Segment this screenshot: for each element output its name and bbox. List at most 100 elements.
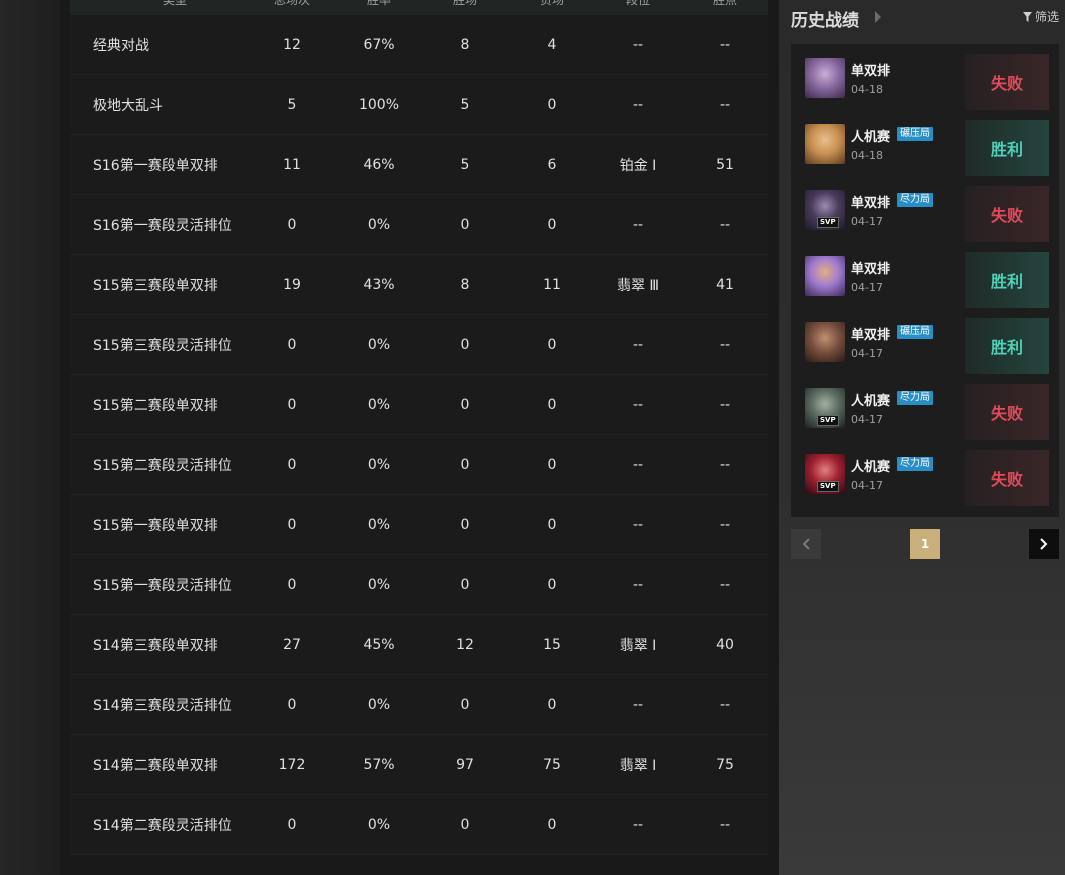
row-losses: 0 [547, 96, 557, 113]
row-total: 0 [287, 336, 297, 353]
match-result: 失败 [965, 450, 1049, 506]
table-row: S14第二赛段单双排 172 57% 97 75 翡翠 Ⅰ 75 [70, 735, 768, 795]
prev-page-button[interactable] [791, 529, 821, 559]
row-rank: -- [632, 516, 644, 533]
row-rank: 翡翠 Ⅲ [616, 277, 660, 294]
match-item[interactable]: SVP 单双排 尽力局 04-17 失败 [791, 176, 1059, 242]
match-item[interactable]: 单双排 04-17 胜利 [791, 242, 1059, 308]
page-number-button[interactable]: 1 [910, 529, 940, 559]
row-winrate: 0% [367, 696, 391, 713]
table-row: S15第一赛段灵活排位 0 0% 0 0 -- -- [70, 555, 768, 615]
svp-badge: SVP [817, 481, 839, 492]
row-winrate: 45% [363, 636, 395, 653]
row-winrate: 0% [367, 456, 391, 473]
row-lp: 51 [716, 156, 734, 173]
row-winrate: 0% [367, 516, 391, 533]
row-lp: -- [719, 36, 731, 53]
table-row: S14第三赛段灵活排位 0 0% 0 0 -- -- [70, 675, 768, 735]
row-rank: -- [632, 336, 644, 353]
match-result: 失败 [965, 54, 1049, 110]
match-item[interactable]: SVP 人机赛 尽力局 04-17 失败 [791, 440, 1059, 506]
row-total: 0 [287, 396, 297, 413]
row-lp: -- [719, 216, 731, 233]
row-lp: -- [719, 576, 731, 593]
table-row: S14第二赛段灵活排位 0 0% 0 0 -- -- [70, 795, 768, 855]
row-wins: 97 [456, 756, 474, 773]
match-tag: 碾压局 [897, 127, 933, 141]
row-mode: S15第二赛段灵活排位 [93, 457, 232, 474]
row-wins: 0 [460, 396, 470, 413]
row-wins: 5 [460, 156, 470, 173]
row-total: 0 [287, 216, 297, 233]
match-mode: 人机赛 [851, 394, 891, 409]
row-wins: 0 [460, 696, 470, 713]
row-mode: S14第三赛段灵活排位 [93, 697, 232, 714]
row-losses: 11 [543, 276, 561, 293]
row-mode: S14第三赛段单双排 [93, 637, 218, 654]
table-row: S16第一赛段单双排 11 46% 5 6 铂金 Ⅰ 51 [70, 135, 768, 195]
row-rank: -- [632, 216, 644, 233]
next-page-button[interactable] [1029, 529, 1059, 559]
left-sidebar-strip [0, 0, 60, 875]
svp-badge: SVP [817, 415, 839, 426]
header-type: 类型 [162, 0, 188, 7]
match-tag: 尽力局 [897, 193, 933, 207]
row-mode: S16第一赛段单双排 [93, 157, 218, 174]
row-winrate: 0% [367, 576, 391, 593]
header-lp: 胜点 [712, 0, 738, 7]
match-result: 胜利 [965, 252, 1049, 308]
row-wins: 8 [460, 276, 470, 293]
match-history-title: 历史战绩 [791, 11, 859, 31]
row-rank: -- [632, 816, 644, 833]
table-row: S15第二赛段灵活排位 0 0% 0 0 -- -- [70, 435, 768, 495]
row-total: 19 [283, 276, 301, 293]
match-mode: 单双排 [851, 328, 891, 343]
match-date: 04-17 [851, 479, 883, 492]
match-date: 04-17 [851, 281, 883, 294]
chevron-left-icon [802, 535, 810, 554]
row-lp: 41 [716, 276, 734, 293]
row-mode: S15第二赛段单双排 [93, 397, 218, 414]
row-rank: -- [632, 96, 644, 113]
row-rank: 铂金 Ⅰ [619, 157, 657, 174]
chevron-right-icon [1040, 535, 1048, 554]
row-rank: 翡翠 Ⅰ [619, 757, 657, 774]
match-item[interactable]: 单双排 04-18 失败 [791, 44, 1059, 110]
row-total: 12 [283, 36, 301, 53]
row-total: 0 [287, 696, 297, 713]
row-wins: 0 [460, 336, 470, 353]
table-row: S16第一赛段灵活排位 0 0% 0 0 -- -- [70, 195, 768, 255]
row-wins: 0 [460, 456, 470, 473]
match-result: 胜利 [965, 120, 1049, 176]
caret-right-icon[interactable] [875, 11, 881, 23]
row-losses: 0 [547, 216, 557, 233]
row-winrate: 0% [367, 816, 391, 833]
match-item[interactable]: 人机赛 碾压局 04-18 胜利 [791, 110, 1059, 176]
row-total: 0 [287, 576, 297, 593]
row-losses: 0 [547, 576, 557, 593]
funnel-icon [1022, 11, 1032, 22]
row-lp: -- [719, 816, 731, 833]
filter-button[interactable]: 筛选 [1022, 8, 1059, 25]
match-tag: 尽力局 [897, 391, 933, 405]
row-wins: 0 [460, 816, 470, 833]
row-mode: S14第二赛段单双排 [93, 757, 218, 774]
row-losses: 0 [547, 456, 557, 473]
match-mode: 单双排 [851, 196, 891, 211]
row-winrate: 0% [367, 396, 391, 413]
row-mode: S15第三赛段灵活排位 [93, 337, 232, 354]
match-item[interactable]: 单双排 碾压局 04-17 胜利 [791, 308, 1059, 374]
match-item[interactable]: SVP 人机赛 尽力局 04-17 失败 [791, 374, 1059, 440]
row-winrate: 57% [363, 756, 395, 773]
row-lp: -- [719, 696, 731, 713]
row-mode: S15第一赛段单双排 [93, 517, 218, 534]
row-mode: 极地大乱斗 [93, 97, 163, 114]
match-date: 04-17 [851, 413, 883, 426]
row-lp: -- [719, 96, 731, 113]
row-winrate: 43% [363, 276, 395, 293]
row-total: 0 [287, 456, 297, 473]
champion-avatar [805, 256, 845, 296]
match-mode: 人机赛 [851, 130, 891, 145]
header-total: 总场次 [273, 0, 311, 7]
row-rank: -- [632, 576, 644, 593]
